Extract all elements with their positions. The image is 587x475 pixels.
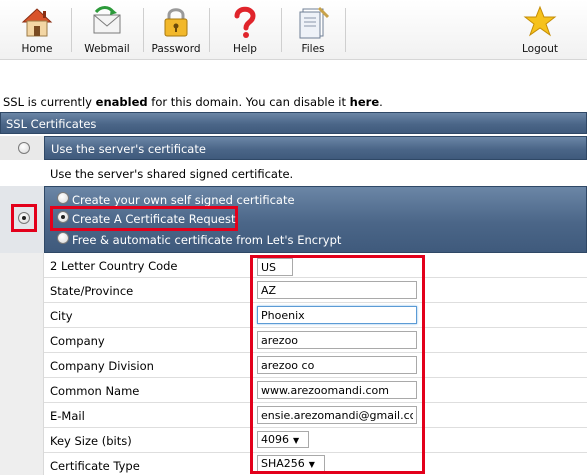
toolbar-divider xyxy=(209,8,210,52)
padlock-icon xyxy=(164,8,188,37)
self-signed-label: Create your own self signed certificate xyxy=(72,193,295,207)
toolbar-webmail-button[interactable]: Webmail xyxy=(74,0,140,60)
country-label: 2 Letter Country Code xyxy=(50,259,178,273)
server-cert-description: Use the server's shared signed certifica… xyxy=(50,167,294,181)
toolbar-home-label: Home xyxy=(21,43,53,55)
home-icon xyxy=(21,8,53,37)
toolbar-webmail-label: Webmail xyxy=(84,43,130,55)
toolbar-logout-button[interactable]: Logout xyxy=(512,0,568,60)
state-label: State/Province xyxy=(50,284,134,298)
toolbar-divider xyxy=(143,8,144,52)
files-icon xyxy=(299,6,330,39)
request-group-radio[interactable] xyxy=(18,212,30,224)
highlight-box xyxy=(250,255,425,474)
self-signed-radio[interactable] xyxy=(57,192,69,204)
toolbar-help-label: Help xyxy=(233,43,257,55)
webmail-icon xyxy=(93,6,121,34)
lets-encrypt-label: Free & automatic certificate from Let's … xyxy=(72,233,342,247)
key-size-label: Key Size (bits) xyxy=(50,434,132,448)
ssl-certificates-header: SSL Certificates xyxy=(0,112,587,134)
city-label: City xyxy=(50,309,73,323)
toolbar-divider xyxy=(345,8,346,52)
server-cert-option-label: Use the server's certificate xyxy=(51,142,206,156)
row-gutter xyxy=(0,403,44,428)
ssl-certificates-title: SSL Certificates xyxy=(6,117,97,131)
row-gutter xyxy=(0,303,44,328)
star-icon xyxy=(523,5,557,37)
toolbar-password-button[interactable]: Password xyxy=(146,0,206,60)
status-prefix: SSL is currently xyxy=(3,95,96,109)
row-gutter xyxy=(0,278,44,303)
certificate-request-label: Create A Certificate Request xyxy=(72,212,236,226)
toolbar-password-label: Password xyxy=(151,43,201,55)
toolbar-home-button[interactable]: Home xyxy=(6,0,68,60)
server-cert-option-bar: Use the server's certificate xyxy=(44,136,587,160)
email-label: E-Mail xyxy=(50,409,85,423)
certificate-type-label: Certificate Type xyxy=(50,459,140,473)
toolbar-files-label: Files xyxy=(301,43,325,55)
row-gutter xyxy=(0,453,44,475)
row-gutter xyxy=(0,353,44,378)
certificate-request-radio[interactable] xyxy=(57,211,69,223)
row-gutter xyxy=(0,253,44,278)
status-state: enabled xyxy=(95,95,148,109)
toolbar-divider xyxy=(71,8,72,52)
company-label: Company xyxy=(50,334,105,348)
server-cert-radio[interactable] xyxy=(18,142,30,154)
toolbar-divider xyxy=(281,8,282,52)
toolbar-logout-label: Logout xyxy=(522,43,558,55)
toolbar-help-button[interactable]: Help xyxy=(212,0,278,60)
top-toolbar: Home Webmail Password Help Files Logout xyxy=(0,0,587,60)
disable-ssl-link[interactable]: here xyxy=(350,95,379,109)
status-suffix: . xyxy=(379,95,383,109)
row-gutter xyxy=(0,428,44,453)
ssl-status-text: SSL is currently enabled for this domain… xyxy=(3,95,383,109)
common-name-label: Common Name xyxy=(50,384,140,398)
status-middle: for this domain. You can disable it xyxy=(147,95,350,109)
row-gutter xyxy=(0,328,44,353)
help-icon xyxy=(234,6,256,38)
lets-encrypt-radio[interactable] xyxy=(57,232,69,244)
row-gutter xyxy=(0,378,44,403)
division-label: Company Division xyxy=(50,359,154,373)
toolbar-files-button[interactable]: Files xyxy=(284,0,342,60)
